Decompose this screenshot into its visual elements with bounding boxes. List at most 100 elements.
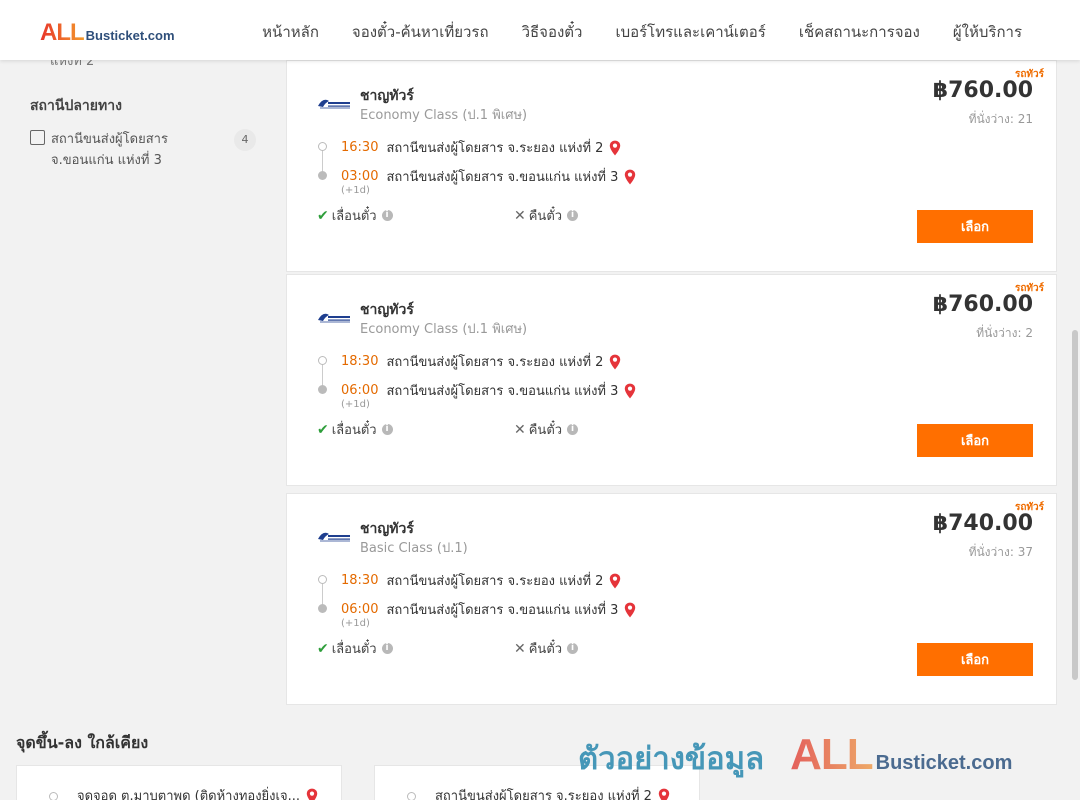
arrive-stop: 03:00 สถานีขนส่งผู้โดยสาร จ.ขอนแก่น แห่ง…: [341, 166, 636, 187]
destination-option-count: 4: [234, 129, 256, 151]
cross-icon: ✕: [514, 207, 526, 224]
info-icon[interactable]: i: [567, 643, 579, 654]
operator-logo-icon: [318, 313, 350, 323]
page-scrollbar[interactable]: [1072, 330, 1078, 680]
depart-stop: 18:30 สถานีขนส่งผู้โดยสาร จ.ระยอง แห่งที…: [341, 570, 621, 591]
arrive-place: สถานีขนส่งผู้โดยสาร จ.ขอนแก่น แห่งที่ 3: [386, 384, 619, 399]
feature-refund-ticket: ✕ คืนตั๋ว i: [514, 419, 579, 440]
feature-refund-label: คืนตั๋ว: [528, 209, 563, 224]
trip-price: ฿740.00: [932, 511, 1033, 536]
map-pin-icon[interactable]: [624, 602, 636, 618]
info-icon[interactable]: i: [381, 643, 393, 654]
feature-refund-ticket: ✕ คืนตั๋ว i: [514, 205, 579, 226]
map-pin-icon[interactable]: [609, 573, 621, 589]
cross-icon: ✕: [514, 640, 526, 657]
arrive-place: สถานีขนส่งผู้โดยสาร จ.ขอนแก่น แห่งที่ 3: [386, 603, 619, 618]
timeline-depart-dot: [318, 575, 327, 584]
seats-available: ที่นั่งว่าง: 37: [968, 545, 1033, 559]
select-trip-button[interactable]: เลือก: [917, 424, 1033, 457]
feature-change-ticket: ✔ เลื่อนตั๋ว i: [317, 419, 393, 440]
map-pin-icon[interactable]: [306, 788, 318, 800]
check-icon: ✔: [317, 640, 329, 657]
operator-logo-icon: [318, 532, 350, 542]
feature-refund-label: คืนตั๋ว: [528, 642, 563, 657]
destination-option-label: สถานีขนส่งผู้โดยสาร จ.ขอนแก่น แห่งที่ 3: [51, 132, 168, 168]
depart-place: สถานีขนส่งผู้โดยสาร จ.ระยอง แห่งที่ 2: [386, 574, 604, 589]
nearby-stop-label: สถานีขนส่งผู้โดยสาร จ.ระยอง แห่งที่ 2: [435, 789, 652, 800]
operator-logo-icon: [318, 99, 350, 109]
nav-home[interactable]: หน้าหลัก: [262, 20, 319, 44]
nav-book-search[interactable]: จองตั๋ว-ค้นหาเที่ยวรถ: [352, 20, 489, 44]
timeline-depart-dot: [318, 142, 327, 151]
arrive-time: 06:00: [341, 602, 379, 617]
feature-change-ticket: ✔ เลื่อนตั๋ว i: [317, 205, 393, 226]
depart-time: 18:30: [341, 354, 379, 369]
feature-change-label: เลื่อนตั๋ว: [331, 423, 377, 438]
next-day-indicator: (+1d): [341, 399, 370, 410]
trip-price: ฿760.00: [932, 292, 1033, 317]
bus-class: Economy Class (ป.1 พิเศษ): [360, 108, 528, 123]
nav-how-to-book[interactable]: วิธีจองตั๋ว: [522, 20, 583, 44]
nav-check-booking[interactable]: เช็คสถานะการจอง: [799, 20, 920, 44]
nearby-stop-label: จุดจอด ต.มาบตาพุด (ติดห้างทองยิ่งเจ...: [77, 789, 300, 800]
nav-phone-counter[interactable]: เบอร์โทรและเคาน์เตอร์: [615, 20, 765, 44]
nearby-stops-title: จุดขึ้น-ลง ใกล้เคียง: [16, 733, 149, 752]
info-icon[interactable]: i: [381, 210, 393, 221]
timeline-arrive-dot: [318, 171, 327, 180]
map-pin-icon[interactable]: [624, 383, 636, 399]
feature-change-label: เลื่อนตั๋ว: [331, 209, 377, 224]
trip-card: รถทัวร์ ชาญทัวร์ Economy Class (ป.1 พิเศ…: [286, 60, 1057, 272]
depart-place: สถานีขนส่งผู้โดยสาร จ.ระยอง แห่งที่ 2: [386, 355, 604, 370]
logo-all-text: ALL: [40, 19, 85, 46]
info-icon[interactable]: i: [567, 210, 579, 221]
next-day-indicator: (+1d): [341, 185, 370, 196]
map-pin-icon[interactable]: [609, 140, 621, 156]
feature-change-label: เลื่อนตั๋ว: [331, 642, 377, 657]
destination-filter-title: สถานีปลายทาง: [30, 98, 122, 114]
bus-class: Basic Class (ป.1): [360, 541, 468, 556]
arrive-time: 06:00: [341, 383, 379, 398]
depart-stop: 16:30 สถานีขนส่งผู้โดยสาร จ.ระยอง แห่งที…: [341, 137, 621, 158]
top-header: ALL Busticket.com หน้าหลัก จองตั๋ว-ค้นหา…: [0, 0, 1080, 60]
select-trip-button[interactable]: เลือก: [917, 210, 1033, 243]
logo-busticket-text: Busticket.com: [85, 28, 175, 43]
select-trip-button[interactable]: เลือก: [917, 643, 1033, 676]
timeline-depart-dot: [318, 356, 327, 365]
site-logo[interactable]: ALL Busticket.com: [40, 19, 175, 47]
feature-refund-label: คืนตั๋ว: [528, 423, 563, 438]
watermark-all-text: ALL: [790, 730, 874, 779]
next-day-indicator: (+1d): [341, 618, 370, 629]
trip-card: รถทัวร์ ชาญทัวร์ Basic Class (ป.1) ฿740.…: [286, 493, 1057, 705]
timeline-arrive-dot: [318, 604, 327, 613]
nearby-stop-name: จุดจอด ต.มาบตาพุด (ติดห้างทองยิ่งเจ...: [77, 785, 318, 800]
timeline-dot: [407, 792, 416, 800]
depart-place: สถานีขนส่งผู้โดยสาร จ.ระยอง แห่งที่ 2: [386, 141, 604, 156]
check-icon: ✔: [317, 421, 329, 438]
timeline-arrive-dot: [318, 385, 327, 394]
nav-operators[interactable]: ผู้ให้บริการ: [953, 20, 1022, 44]
trip-card: รถทัวร์ ชาญทัวร์ Economy Class (ป.1 พิเศ…: [286, 274, 1057, 486]
map-pin-icon[interactable]: [609, 354, 621, 370]
destination-checkbox[interactable]: [30, 130, 45, 145]
info-icon[interactable]: i: [381, 424, 393, 435]
arrive-stop: 06:00 สถานีขนส่งผู้โดยสาร จ.ขอนแก่น แห่ง…: [341, 599, 636, 620]
destination-option[interactable]: สถานีขนส่งผู้โดยสาร จ.ขอนแก่น แห่งที่ 3 …: [30, 129, 260, 171]
arrive-time: 03:00: [341, 169, 379, 184]
seats-available: ที่นั่งว่าง: 21: [968, 112, 1033, 126]
watermark-busticket-text: Busticket.com: [875, 752, 1013, 774]
cross-icon: ✕: [514, 421, 526, 438]
depart-time: 18:30: [341, 573, 379, 588]
watermark-sample-text: ตัวอย่างข้อมูล: [578, 741, 765, 777]
timeline-dot: [49, 792, 58, 800]
trip-price: ฿760.00: [932, 78, 1033, 103]
main-nav: หน้าหลัก จองตั๋ว-ค้นหาเที่ยวรถ วิธีจองตั…: [262, 20, 1022, 44]
nearby-stop-card[interactable]: จุดจอด ต.มาบตาพุด (ติดห้างทองยิ่งเจ...: [16, 765, 342, 800]
arrive-stop: 06:00 สถานีขนส่งผู้โดยสาร จ.ขอนแก่น แห่ง…: [341, 380, 636, 401]
seats-available: ที่นั่งว่าง: 2: [976, 326, 1033, 340]
map-pin-icon[interactable]: [658, 788, 670, 800]
feature-change-ticket: ✔ เลื่อนตั๋ว i: [317, 638, 393, 659]
nearby-stop-name: สถานีขนส่งผู้โดยสาร จ.ระยอง แห่งที่ 2: [435, 785, 670, 800]
info-icon[interactable]: i: [567, 424, 579, 435]
sample-watermark: ตัวอย่างข้อมูล ALL Busticket.com: [578, 730, 1012, 783]
map-pin-icon[interactable]: [624, 169, 636, 185]
